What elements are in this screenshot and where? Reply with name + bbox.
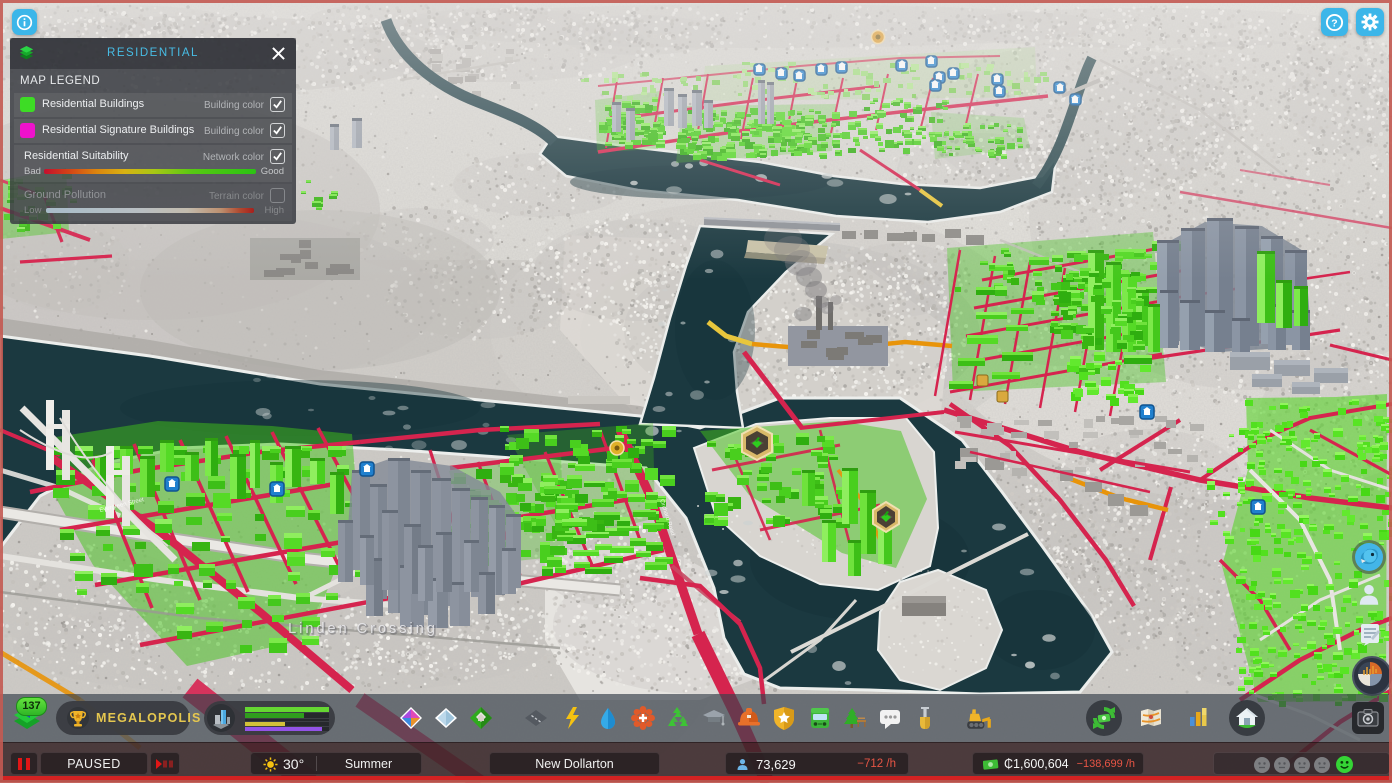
svg-text:Linden Crossing: Linden Crossing — [288, 621, 438, 637]
svg-text:?: ? — [1331, 18, 1337, 29]
